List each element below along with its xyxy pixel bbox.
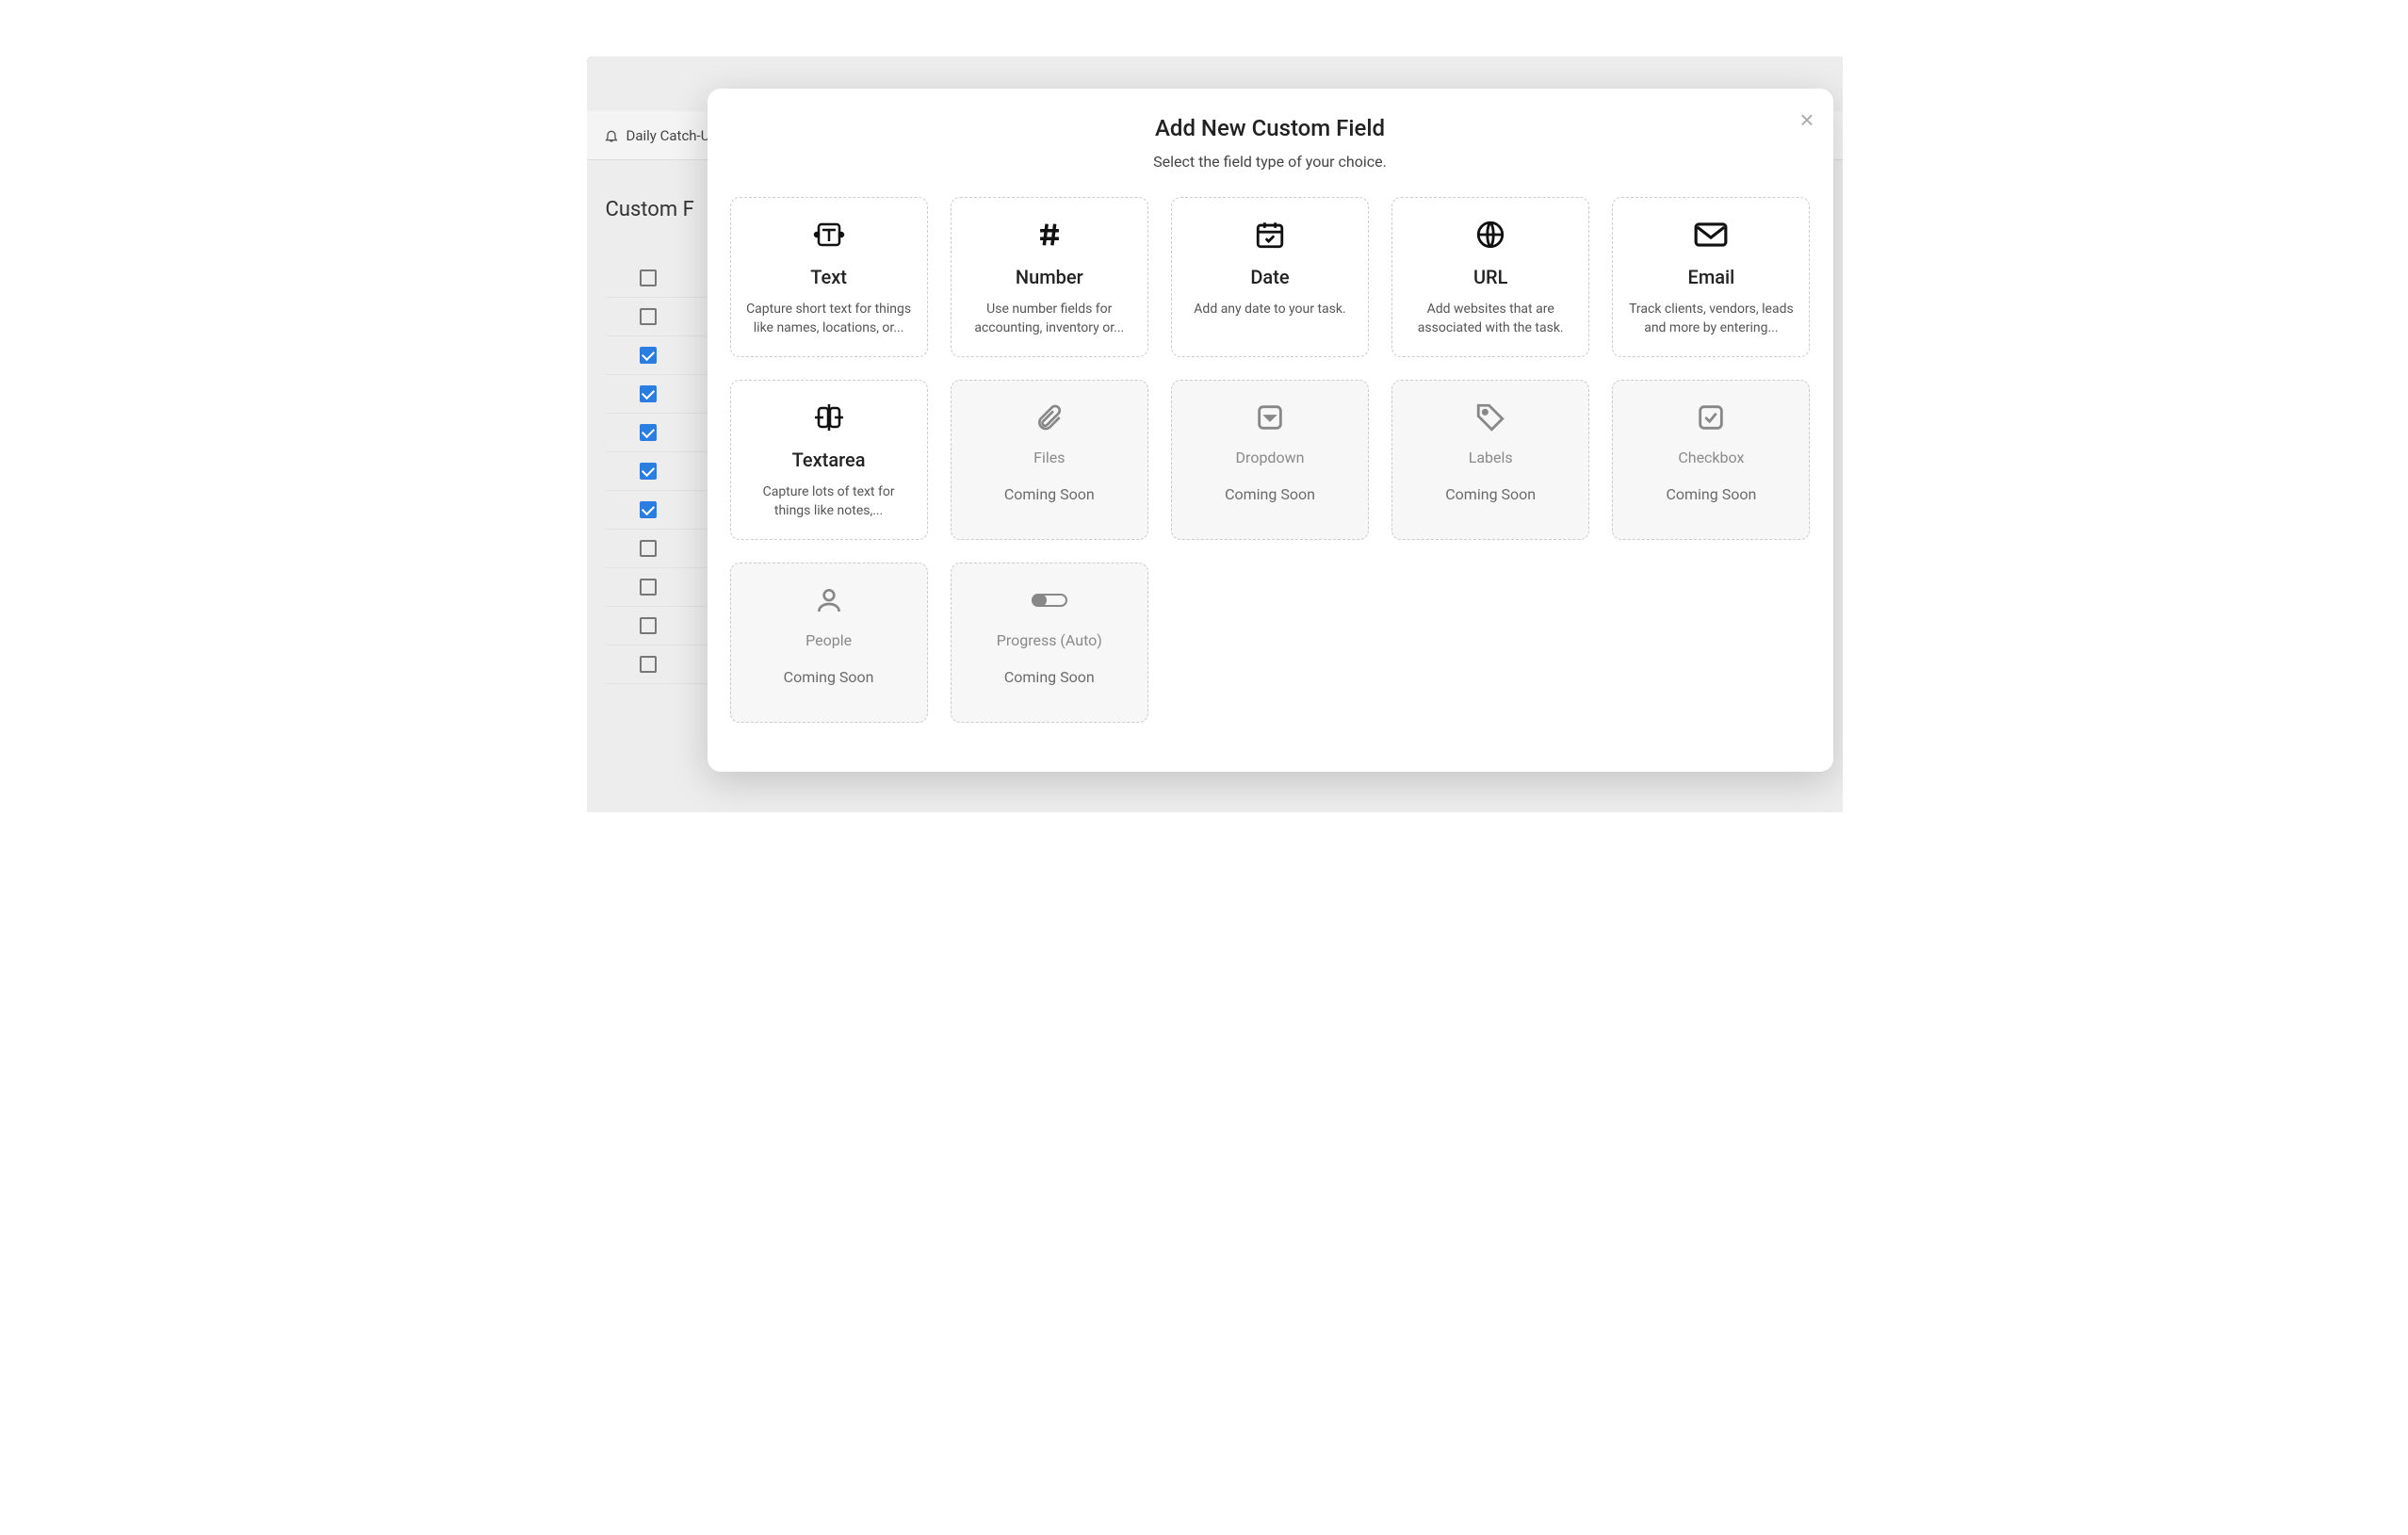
checkbox-row [606, 336, 719, 375]
field-type-description: Capture short text for things like names… [744, 300, 914, 338]
checkbox[interactable] [640, 540, 657, 557]
checkbox[interactable] [640, 385, 657, 402]
checkbox-row [606, 491, 719, 530]
field-type-checkbox: Checkbox Coming Soon [1612, 380, 1810, 540]
field-type-description: Capture lots of text for things like not… [744, 482, 914, 521]
checkbox[interactable] [640, 617, 657, 634]
field-type-title: Text [810, 266, 847, 288]
field-type-title: Dropdown [1236, 449, 1305, 466]
checkbox[interactable] [640, 424, 657, 441]
checkbox-row [606, 298, 719, 336]
checkbox[interactable] [640, 501, 657, 518]
coming-soon-label: Coming Soon [1445, 483, 1536, 505]
side-panel-title: Custom F [606, 198, 719, 221]
checkbox-row [606, 375, 719, 414]
checkbox-row [606, 452, 719, 491]
dropdown-icon [1254, 400, 1286, 435]
field-type-textarea[interactable]: Textarea Capture lots of text for things … [730, 380, 928, 540]
coming-soon-label: Coming Soon [1225, 483, 1315, 505]
field-type-files: Files Coming Soon [951, 380, 1148, 540]
field-type-title: Labels [1469, 449, 1513, 466]
field-type-title: Checkbox [1678, 449, 1744, 466]
text-icon [809, 217, 849, 253]
checkbox[interactable] [640, 656, 657, 673]
coming-soon-label: Coming Soon [1004, 483, 1095, 505]
checkbox-row [606, 414, 719, 452]
checkbox-row [606, 259, 719, 298]
field-type-title: Number [1016, 266, 1083, 288]
close-button[interactable]: × [1799, 107, 1814, 132]
field-type-title: URL [1473, 266, 1507, 288]
field-type-date[interactable]: Date Add any date to your task. [1171, 197, 1369, 357]
checkbox[interactable] [640, 308, 657, 325]
checkbox-row [606, 568, 719, 607]
files-icon [1034, 400, 1065, 435]
field-type-text[interactable]: Text Capture short text for things like n… [730, 197, 928, 357]
add-custom-field-modal: × Add New Custom Field Select the field … [708, 89, 1833, 772]
modal-subtitle: Select the field type of your choice. [730, 153, 1811, 171]
checkbox-list [606, 259, 719, 684]
coming-soon-label: Coming Soon [784, 666, 874, 688]
checkbox-row [606, 645, 719, 684]
labels-icon [1474, 400, 1506, 435]
field-type-description: Add websites that are associated with th… [1406, 300, 1575, 338]
field-type-title: Textarea [792, 449, 866, 471]
checkbox-row [606, 530, 719, 568]
url-icon [1474, 217, 1506, 253]
field-type-description: Track clients, vendors, leads and more b… [1626, 300, 1796, 338]
field-type-number[interactable]: Number Use number fields for accounting, … [951, 197, 1148, 357]
modal-title: Add New Custom Field [730, 115, 1811, 141]
field-type-title: Email [1688, 266, 1735, 288]
checkbox[interactable] [640, 269, 657, 286]
field-type-title: Progress (Auto) [997, 631, 1102, 649]
checkbox[interactable] [640, 463, 657, 480]
breadcrumb-label: Daily Catch-Up [626, 127, 718, 144]
date-icon [1254, 217, 1286, 253]
field-type-description: Add any date to your task. [1194, 300, 1345, 318]
people-icon [814, 582, 844, 618]
coming-soon-label: Coming Soon [1666, 483, 1756, 505]
progress-icon [1030, 582, 1069, 618]
side-panel: Custom F [606, 198, 719, 684]
checkbox-row [606, 607, 719, 645]
field-type-url[interactable]: URL Add websites that are associated with… [1391, 197, 1589, 357]
field-type-dropdown: Dropdown Coming Soon [1171, 380, 1369, 540]
checkbox[interactable] [640, 347, 657, 364]
field-type-description: Use number fields for accounting, invent… [965, 300, 1134, 338]
field-type-grid: Text Capture short text for things like n… [730, 197, 1811, 723]
field-type-title: Date [1250, 266, 1289, 288]
field-type-people: People Coming Soon [730, 563, 928, 723]
textarea-icon [807, 400, 851, 435]
number-icon [1033, 217, 1066, 253]
checkbox-icon [1695, 400, 1727, 435]
field-type-progress: Progress (Auto) Coming Soon [951, 563, 1148, 723]
checkbox[interactable] [640, 579, 657, 596]
field-type-title: People [805, 631, 852, 649]
bell-icon [604, 128, 619, 143]
coming-soon-label: Coming Soon [1004, 666, 1095, 688]
field-type-email[interactable]: Email Track clients, vendors, leads and m… [1612, 197, 1810, 357]
email-icon [1693, 217, 1729, 253]
field-type-title: Files [1033, 449, 1065, 466]
field-type-labels: Labels Coming Soon [1391, 380, 1589, 540]
